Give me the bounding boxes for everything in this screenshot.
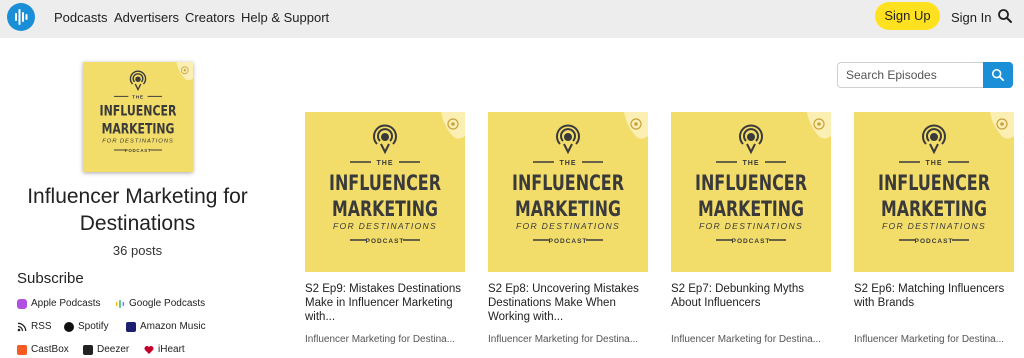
svg-text:MARKETING: MARKETING	[515, 197, 621, 221]
svg-text:FOR DESTINATIONS: FOR DESTINATIONS	[882, 222, 986, 231]
svg-text:FOR DESTINATIONS: FOR DESTINATIONS	[699, 222, 803, 231]
subscribe-item-label: Spotify	[78, 321, 109, 332]
subscribe-item-label: CastBox	[31, 344, 69, 355]
subscribe-spotify-link[interactable]: Spotify	[64, 321, 109, 332]
svg-text:PODCAST: PODCAST	[915, 238, 954, 245]
nav-creators-link[interactable]: Creators	[185, 10, 235, 25]
subscribe-item-label: RSS	[31, 321, 52, 332]
svg-text:THE: THE	[132, 94, 144, 100]
deezer-icon	[83, 344, 93, 355]
episode-card[interactable]: THE INFLUENCER MARKETING FOR DESTINATION…	[854, 112, 1014, 358]
episode-cover-image: THE INFLUENCER MARKETING FOR DESTINATION…	[488, 112, 648, 272]
sign-in-link[interactable]: Sign In	[951, 10, 991, 25]
episode-show-name: Influencer Marketing for Destina...	[854, 334, 1005, 345]
episode-card[interactable]: THE INFLUENCER MARKETING FOR DESTINATION…	[671, 112, 831, 358]
top-navbar: Podcasts Advertisers Creators Help & Sup…	[0, 0, 1024, 38]
svg-text:THE: THE	[926, 160, 943, 167]
podcast-title: Influencer Marketing for Destinations	[27, 185, 248, 235]
google-podcasts-icon	[115, 299, 125, 309]
nav-help-support-link[interactable]: Help & Support	[241, 10, 329, 25]
svg-text:PODCAST: PODCAST	[125, 148, 152, 153]
search-icon	[991, 68, 1005, 82]
post-count: 36 posts	[112, 243, 163, 258]
svg-text:PODCAST: PODCAST	[366, 238, 405, 245]
episode-show-name: Influencer Marketing for Destina...	[671, 334, 822, 345]
podcast-cover-image: THE INFLUENCER MARKETING FOR DESTINATION…	[83, 62, 193, 172]
episode-cover-image: THE INFLUENCER MARKETING FOR DESTINATION…	[305, 112, 465, 272]
amazon-music-icon	[126, 321, 136, 332]
podcast-cover-art: THE INFLUENCER MARKETING FOR DESTINATION…	[305, 112, 465, 272]
subscribe-castbox-link[interactable]: CastBox	[17, 344, 69, 355]
episode-card[interactable]: THE INFLUENCER MARKETING FOR DESTINATION…	[305, 112, 465, 358]
subscribe-item-label: Deezer	[97, 344, 130, 355]
subscribe-item-label: iHeart	[158, 344, 185, 355]
episode-title[interactable]: S2 Ep8: Uncovering Mistakes Destinations…	[488, 282, 648, 324]
svg-text:THE: THE	[560, 160, 577, 167]
search-episodes-input[interactable]	[837, 62, 984, 88]
svg-text:FOR DESTINATIONS: FOR DESTINATIONS	[102, 138, 174, 144]
svg-text:MARKETING: MARKETING	[102, 122, 175, 138]
subscribe-deezer-link[interactable]: Deezer	[83, 344, 129, 355]
apple-podcasts-icon	[17, 298, 27, 309]
podcast-cover-art: THE INFLUENCER MARKETING FOR DESTINATION…	[671, 112, 831, 272]
svg-text:MARKETING: MARKETING	[698, 197, 804, 221]
svg-text:MARKETING: MARKETING	[332, 197, 438, 221]
episode-show-name: Influencer Marketing for Destina...	[488, 334, 639, 345]
podcast-cover-art: THE INFLUENCER MARKETING FOR DESTINATION…	[854, 112, 1014, 272]
episode-title[interactable]: S2 Ep7: Debunking Myths About Influencer…	[671, 282, 831, 310]
subscribe-apple-podcasts-link[interactable]: Apple Podcasts	[17, 298, 101, 309]
svg-text:INFLUENCER: INFLUENCER	[100, 104, 177, 120]
sign-up-button[interactable]: Sign Up	[875, 2, 940, 30]
svg-text:THE: THE	[377, 160, 394, 167]
subscribe-google-podcasts-link[interactable]: Google Podcasts	[115, 298, 205, 309]
rss-icon	[17, 322, 27, 332]
iheart-icon	[144, 345, 154, 355]
podcast-cover-art: THE INFLUENCER MARKETING FOR DESTINATION…	[83, 62, 193, 172]
svg-text:INFLUENCER: INFLUENCER	[329, 171, 441, 195]
subscribe-item-label: Amazon Music	[140, 321, 206, 332]
castbox-icon	[17, 344, 27, 355]
search-episodes-button[interactable]	[983, 62, 1013, 88]
podcast-cover-art: THE INFLUENCER MARKETING FOR DESTINATION…	[488, 112, 648, 272]
spotify-icon	[64, 321, 74, 332]
svg-text:INFLUENCER: INFLUENCER	[512, 171, 624, 195]
episode-title[interactable]: S2 Ep9: Mistakes Destinations Make in In…	[305, 282, 465, 324]
subscribe-heading: Subscribe	[17, 270, 84, 287]
episode-card[interactable]: THE INFLUENCER MARKETING FOR DESTINATION…	[488, 112, 648, 358]
svg-text:FOR DESTINATIONS: FOR DESTINATIONS	[333, 222, 437, 231]
svg-text:INFLUENCER: INFLUENCER	[695, 171, 807, 195]
subscribe-iheart-link[interactable]: iHeart	[144, 344, 185, 355]
site-logo-icon[interactable]	[7, 3, 35, 31]
episode-cover-image: THE INFLUENCER MARKETING FOR DESTINATION…	[671, 112, 831, 272]
nav-advertisers-link[interactable]: Advertisers	[114, 10, 179, 25]
svg-text:FOR DESTINATIONS: FOR DESTINATIONS	[516, 222, 620, 231]
episode-title[interactable]: S2 Ep6: Matching Influencers with Brands	[854, 282, 1014, 310]
subscribe-item-label: Google Podcasts	[129, 298, 206, 309]
episode-show-name: Influencer Marketing for Destina...	[305, 334, 456, 345]
episode-cover-image: THE INFLUENCER MARKETING FOR DESTINATION…	[854, 112, 1014, 272]
svg-text:PODCAST: PODCAST	[549, 238, 588, 245]
subscribe-amazon-music-link[interactable]: Amazon Music	[126, 321, 206, 332]
svg-text:THE: THE	[743, 160, 760, 167]
subscribe-item-label: Apple Podcasts	[31, 298, 101, 309]
svg-text:PODCAST: PODCAST	[732, 238, 771, 245]
svg-text:MARKETING: MARKETING	[881, 197, 987, 221]
svg-text:INFLUENCER: INFLUENCER	[878, 171, 990, 195]
search-icon[interactable]	[997, 8, 1013, 24]
subscribe-rss-link[interactable]: RSS	[17, 321, 52, 332]
nav-podcasts-link[interactable]: Podcasts	[54, 10, 107, 25]
